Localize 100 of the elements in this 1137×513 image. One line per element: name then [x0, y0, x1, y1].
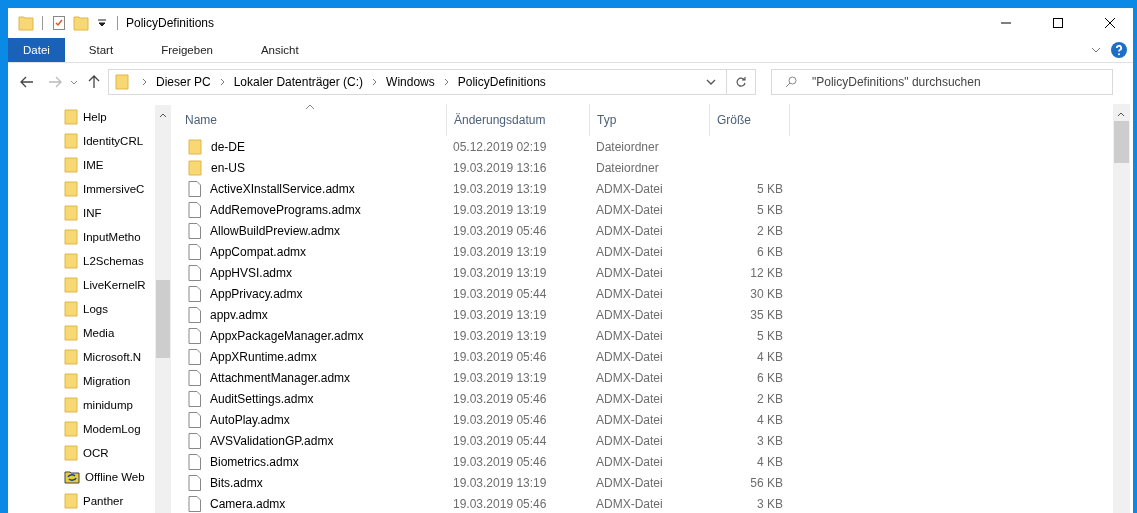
file-name[interactable]: de-DE [211, 139, 245, 154]
window-title: PolicyDefinitions [126, 16, 215, 30]
file-name[interactable]: AddRemovePrograms.admx [210, 202, 361, 217]
sidebar-item[interactable]: INF [83, 207, 102, 219]
breadcrumb[interactable]: Dieser PC [156, 75, 211, 89]
breadcrumb[interactable]: Lokaler Datenträger (C:) [233, 75, 364, 89]
sort-ascending-icon [305, 104, 315, 110]
chevron-icon [372, 78, 378, 86]
sidebar-item[interactable]: Help [83, 111, 107, 123]
chevron-icon [142, 78, 147, 86]
dropdown-caret-icon[interactable] [706, 79, 716, 85]
folder-icon [64, 181, 78, 197]
file-name[interactable]: AutoPlay.admx [210, 412, 290, 427]
file-name[interactable]: Biometrics.admx [210, 454, 299, 469]
sidebar-item[interactable]: ModemLog [83, 423, 141, 435]
file-name[interactable]: AppCompat.admx [210, 244, 307, 259]
date-cell-text: 19.03.2019 13:19 [452, 244, 548, 259]
back-arrow-icon[interactable] [20, 76, 34, 88]
file-name[interactable]: AVSValidationGP.admx [210, 433, 334, 448]
dropdown-icon[interactable] [97, 18, 107, 28]
ribbon-tab[interactable]: Freigeben [137, 38, 237, 62]
sidebar-item[interactable]: Migration [83, 375, 131, 387]
column-header[interactable]: Größe [710, 104, 790, 136]
document-icon [188, 411, 201, 428]
type-cell-text: ADMX-Datei [595, 454, 664, 469]
document-icon [188, 222, 201, 239]
ribbon-tab[interactable]: Start [64, 38, 138, 62]
date-cell-text: 19.03.2019 05:46 [452, 496, 548, 511]
scrollbar[interactable] [155, 105, 171, 513]
type-cell-text: ADMX-Datei [595, 391, 664, 406]
sidebar-item[interactable]: InputMetho [83, 231, 141, 243]
breadcrumb[interactable]: Windows [386, 75, 435, 89]
type-cell-text: ADMX-Datei [595, 244, 664, 259]
sidebar-item[interactable]: IdentityCRL [83, 135, 144, 147]
sidebar-item[interactable]: Microsoft.N [83, 351, 142, 363]
ribbon-tab[interactable]: Ansicht [236, 38, 323, 62]
sidebar-item[interactable]: IME [83, 159, 104, 171]
file-name[interactable]: AppxPackageManager.admx [210, 328, 364, 343]
chevron-icon [443, 78, 449, 86]
ribbon-tab[interactable]: Datei [8, 38, 65, 62]
type-cell-text: ADMX-Datei [595, 265, 664, 280]
sidebar-item[interactable]: Offline Web [85, 471, 145, 483]
file-name[interactable]: AppPrivacy.admx [210, 286, 303, 301]
column-header[interactable]: Typ [590, 104, 710, 136]
sidebar-item[interactable]: Logs [83, 303, 108, 315]
file-name[interactable]: appv.admx [210, 307, 268, 322]
recent-caret-icon[interactable] [70, 79, 78, 85]
file-name[interactable]: AuditSettings.admx [210, 391, 314, 406]
date-cell-text: 19.03.2019 13:19 [452, 307, 548, 322]
file-name[interactable]: Bits.admx [210, 475, 263, 490]
file-name[interactable]: ActiveXInstallService.admx [210, 181, 355, 196]
scrollbar-thumb[interactable] [156, 280, 170, 358]
sidebar-item[interactable]: LiveKernelR [83, 279, 146, 291]
forward-arrow-icon[interactable] [48, 76, 62, 88]
type-cell-text: ADMX-Datei [595, 475, 664, 490]
file-name[interactable]: en-US [211, 160, 245, 175]
document-icon [188, 201, 201, 218]
scrollbar-thumb[interactable] [1114, 121, 1129, 163]
scrollbar[interactable] [1113, 104, 1130, 513]
file-name[interactable]: Camera.admx [210, 496, 286, 511]
column-header[interactable]: Name [178, 104, 447, 136]
expand-ribbon-icon[interactable] [1091, 47, 1101, 53]
folder-icon [64, 349, 78, 365]
type-cell-text: ADMX-Datei [595, 181, 664, 196]
chevron-icon [219, 78, 225, 86]
date-cell-text: 19.03.2019 05:46 [452, 412, 548, 427]
date-cell-text: 19.03.2019 05:44 [452, 433, 548, 448]
size-cell: 4 KB [757, 454, 783, 469]
type-cell-text: ADMX-Datei [595, 412, 664, 427]
scroll-up-icon[interactable] [159, 113, 167, 118]
sidebar-item[interactable]: OCR [83, 447, 109, 459]
file-name[interactable]: AttachmentManager.admx [210, 370, 351, 385]
size-cell: 5 KB [757, 328, 783, 343]
breadcrumb[interactable]: PolicyDefinitions [457, 75, 546, 89]
sidebar-item[interactable]: minidump [83, 399, 133, 411]
properties-icon[interactable] [51, 15, 67, 31]
refresh-icon[interactable] [735, 76, 747, 88]
date-cell-text: 19.03.2019 05:46 [452, 223, 548, 238]
file-name[interactable]: AppHVSI.admx [210, 265, 293, 280]
close-icon [1105, 18, 1115, 28]
sidebar-item[interactable]: ImmersiveC [83, 183, 145, 195]
size-cell: 3 KB [757, 433, 783, 448]
sidebar-item[interactable]: Media [83, 327, 115, 339]
type-cell-text: ADMX-Datei [595, 307, 664, 322]
size-cell: 4 KB [757, 412, 783, 427]
column-header[interactable]: Änderungsdatum [447, 104, 590, 136]
search-field[interactable]: "PolicyDefinitions" durchsuchen [771, 69, 1113, 95]
up-arrow-icon[interactable] [88, 75, 100, 89]
document-icon [188, 369, 201, 386]
file-name[interactable]: AppXRuntime.admx [210, 349, 317, 364]
type-cell-text: ADMX-Datei [595, 433, 664, 448]
type-cell-text: ADMX-Datei [595, 349, 664, 364]
help-icon[interactable] [1111, 42, 1127, 58]
maximize-icon [1053, 18, 1063, 28]
file-name[interactable]: AllowBuildPreview.admx [210, 223, 341, 238]
address-bar[interactable]: Dieser PC Lokaler Datenträger (C:) Windows PolicyDefinitions [108, 69, 756, 95]
scroll-up-icon[interactable] [1117, 112, 1125, 117]
sidebar-item[interactable]: L2Schemas [83, 255, 144, 267]
document-icon [188, 474, 201, 491]
sidebar-item[interactable]: Panther [83, 495, 124, 507]
